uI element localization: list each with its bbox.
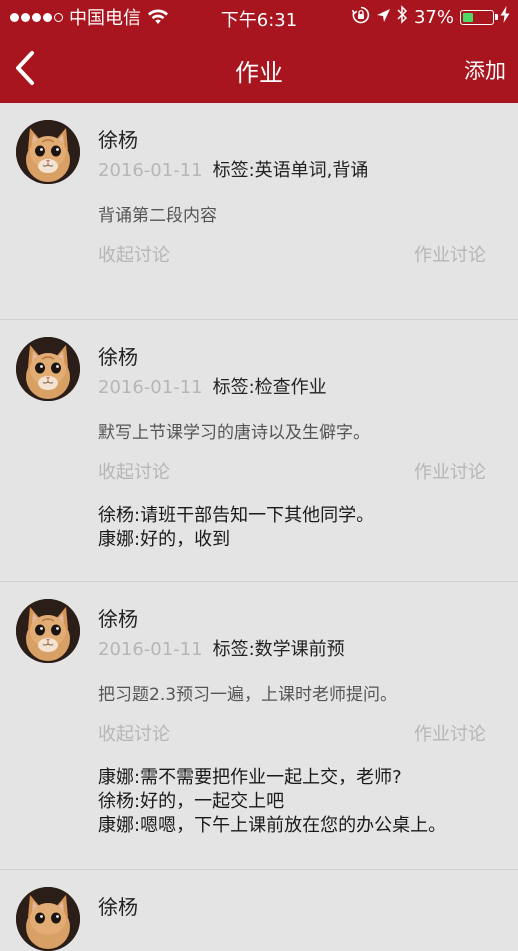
status-right: 37% <box>351 5 510 29</box>
battery-percent: 37% <box>413 6 454 28</box>
author-name: 徐杨 <box>98 895 138 919</box>
homework-meta: 2016-01-11 标签:检查作业 <box>98 373 327 399</box>
homework-date: 2016-01-11 <box>98 377 203 398</box>
homework-meta: 2016-01-11 标签:英语单词,背诵 <box>98 156 368 182</box>
homework-date: 2016-01-11 <box>98 639 203 660</box>
homework-tags: 标签:数学课前预 <box>212 639 345 660</box>
app-header: 中国电信 下午6:31 37% 作业 添加 <box>0 0 518 103</box>
homework-card: 徐杨 2016-01-11 标签:数学课前预 把习题2.3预习一遍，上课时老师提问… <box>0 582 518 870</box>
status-bar: 中国电信 下午6:31 37% <box>0 0 518 34</box>
battery-level-fill <box>463 12 473 22</box>
homework-content: 把习题2.3预习一遍，上课时老师提问。 <box>98 685 398 705</box>
nav-bar: 作业 添加 <box>0 34 518 103</box>
charging-bolt-icon <box>500 6 510 28</box>
homework-card: 徐杨 2016-01-11 标签:英语单词,背诵 背诵第二段内容 收起讨论 作业讨… <box>0 103 518 320</box>
discussion-comment: 康娜:需不需要把作业一起上交，老师? <box>98 767 402 788</box>
homework-discussion-button[interactable]: 作业讨论 <box>414 720 486 746</box>
page-title: 作业 <box>235 59 283 87</box>
author-name: 徐杨 <box>98 128 138 152</box>
homework-date: 2016-01-11 <box>98 160 203 181</box>
collapse-discussion-button[interactable]: 收起讨论 <box>98 458 170 484</box>
homework-card: 徐杨 2016-01-11 标签:检查作业 默写上节课学习的唐诗以及生僻字。 收起… <box>0 320 518 582</box>
discussion-list: 康娜:需不需要把作业一起上交，老师? 徐杨:好的，一起交上吧 康娜:嗯嗯，下午上… <box>98 766 446 838</box>
avatar[interactable] <box>16 337 80 401</box>
avatar[interactable] <box>16 599 80 663</box>
cat-avatar-image <box>16 337 80 401</box>
homework-tags: 标签:英语单词,背诵 <box>212 160 369 181</box>
discussion-comment: 徐杨:好的，一起交上吧 <box>98 791 285 812</box>
author-name: 徐杨 <box>98 345 138 369</box>
cat-avatar-image <box>16 887 80 951</box>
discussion-comment: 康娜:好的，收到 <box>98 529 231 550</box>
homework-card: 徐杨 <box>0 870 518 951</box>
homework-discussion-button[interactable]: 作业讨论 <box>414 458 486 484</box>
location-arrow-icon <box>376 7 391 28</box>
discussion-comment: 徐杨:请班干部告知一下其他同学。 <box>98 505 375 526</box>
homework-content: 默写上节课学习的唐诗以及生僻字。 <box>98 423 370 443</box>
homework-discussion-button[interactable]: 作业讨论 <box>414 241 486 267</box>
collapse-discussion-button[interactable]: 收起讨论 <box>98 720 170 746</box>
battery-icon <box>460 9 498 25</box>
rotation-lock-icon <box>351 6 370 29</box>
discussion-list: 徐杨:请班干部告知一下其他同学。 康娜:好的，收到 <box>98 504 374 552</box>
cat-avatar-image <box>16 599 80 663</box>
homework-meta: 2016-01-11 标签:数学课前预 <box>98 635 345 661</box>
homework-tags: 标签:检查作业 <box>212 377 327 398</box>
avatar[interactable] <box>16 120 80 184</box>
discussion-comment: 康娜:嗯嗯，下午上课前放在您的办公桌上。 <box>98 815 447 836</box>
add-button[interactable]: 添加 <box>464 55 506 85</box>
homework-content: 背诵第二段内容 <box>98 206 217 226</box>
author-name: 徐杨 <box>98 607 138 631</box>
avatar[interactable] <box>16 887 80 951</box>
bluetooth-icon <box>397 5 408 29</box>
cat-avatar-image <box>16 120 80 184</box>
collapse-discussion-button[interactable]: 收起讨论 <box>98 241 170 267</box>
homework-list: 徐杨 2016-01-11 标签:英语单词,背诵 背诵第二段内容 收起讨论 作业讨… <box>0 103 518 951</box>
